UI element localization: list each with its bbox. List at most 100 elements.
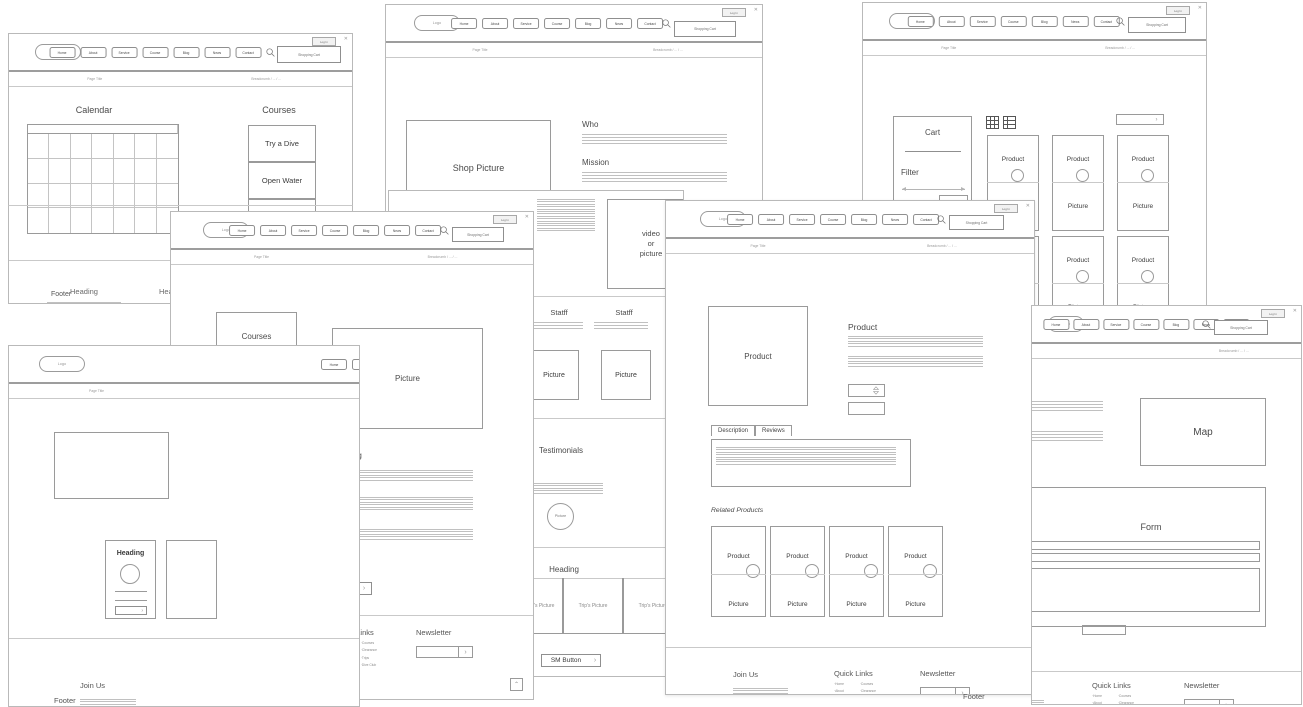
close-icon[interactable]: ✕ (525, 215, 529, 220)
shopping-cart-button[interactable]: Shopping Cart (1214, 320, 1268, 335)
nav-item-about[interactable]: About (1072, 319, 1099, 330)
sort-dropdown[interactable]: › (1116, 114, 1164, 125)
form-submit-button[interactable] (1082, 625, 1126, 635)
nav-item-service[interactable]: Service (291, 225, 318, 236)
nav-item-home[interactable]: Home (907, 16, 934, 27)
nav-item-about[interactable]: About (938, 16, 965, 27)
quick-link-item[interactable]: Courses (1118, 694, 1134, 698)
close-icon[interactable]: ✕ (1293, 309, 1297, 314)
quick-link-item[interactable]: Courses (361, 641, 377, 645)
calendar-cell[interactable] (49, 134, 71, 159)
nav-item-contact[interactable]: Contact (637, 18, 664, 29)
calendar-cell[interactable] (113, 134, 136, 159)
search-icon[interactable] (662, 19, 671, 28)
quick-link-item[interactable]: Dive Club (361, 663, 377, 667)
nav-item-news[interactable]: News (1062, 16, 1089, 27)
form-input-name[interactable] (1032, 541, 1260, 550)
quick-link-item[interactable]: Home (834, 682, 848, 686)
close-icon[interactable]: ✕ (1198, 6, 1202, 11)
map-placeholder[interactable]: Map (1140, 398, 1266, 466)
shopping-cart-button[interactable]: Shopping Cart (949, 215, 1004, 230)
login-button[interactable]: Log In (1261, 309, 1285, 318)
nav-item-news[interactable]: News (606, 18, 633, 29)
nav-item-contact[interactable]: Contact (415, 225, 442, 236)
nav-item-blog[interactable]: Blog (1031, 16, 1058, 27)
nav-item-course[interactable]: Course (322, 225, 349, 236)
sm-button[interactable]: SM Button › (541, 654, 601, 667)
course-item-open-water[interactable]: Open Water (248, 162, 316, 199)
nav-item-news[interactable]: News (384, 225, 411, 236)
product-card[interactable] (1052, 135, 1104, 231)
newsletter-input[interactable]: › (1184, 699, 1234, 704)
calendar-cell[interactable] (49, 158, 71, 184)
nav-item-about[interactable]: About (260, 225, 287, 236)
login-button[interactable]: Log In (493, 215, 517, 224)
quick-link-item[interactable]: About (1092, 701, 1106, 704)
calendar-cell[interactable] (70, 158, 93, 184)
nav-item-course[interactable]: Course (1000, 16, 1027, 27)
search-icon[interactable] (440, 226, 449, 235)
nav-item-blog[interactable]: Blog (575, 18, 602, 29)
tab-description[interactable]: Description (711, 425, 756, 436)
quick-link-item[interactable]: About (834, 689, 848, 693)
wireframe-product-detail-page[interactable]: Logo Home About Service Course Blog News… (665, 200, 1035, 695)
shopping-cart-button[interactable]: Shopping Cart (452, 227, 504, 242)
quick-link-item[interactable]: Home (1092, 694, 1106, 698)
nav-item-blog[interactable]: Blog (173, 47, 200, 58)
calendar-cell[interactable] (156, 159, 178, 184)
close-icon[interactable]: ✕ (1026, 204, 1030, 209)
nav-item-contact[interactable]: Contact (235, 47, 262, 58)
close-icon[interactable]: ✕ (344, 37, 348, 42)
calendar-cell[interactable] (92, 134, 114, 159)
nav-item-course[interactable]: Course (544, 18, 571, 29)
nav-item-news[interactable]: News (882, 214, 909, 225)
nav-item-blog[interactable]: Blog (1162, 319, 1189, 330)
calendar-cell[interactable] (28, 134, 50, 159)
nav-item-home[interactable]: Home (1042, 319, 1069, 330)
nav-item-course[interactable]: Course (1132, 319, 1159, 330)
nav-item-about[interactable]: About (482, 18, 509, 29)
course-item-try-a-dive[interactable]: Try a Dive (248, 125, 316, 162)
form-textarea-message[interactable] (1032, 568, 1260, 612)
nav-item-service[interactable]: Service (969, 16, 996, 27)
nav-item-service[interactable]: Service (513, 18, 540, 29)
chevron-right-icon[interactable]: › (1219, 700, 1233, 704)
newsletter-field[interactable] (1185, 700, 1219, 704)
shopping-cart-button[interactable]: Shopping Cart (277, 46, 341, 63)
quick-link-item[interactable]: Clearance (1118, 701, 1134, 704)
nav-item-home[interactable]: Home (321, 359, 347, 370)
nav-item-course[interactable]: Course (142, 47, 169, 58)
logo[interactable]: Logo (39, 356, 85, 372)
calendar-cell[interactable] (135, 134, 157, 159)
login-button[interactable]: Log In (312, 37, 336, 46)
back-to-top-button[interactable]: ⌃ (510, 678, 523, 691)
calendar-cell[interactable] (92, 158, 114, 184)
nav-item-service[interactable]: Service (1102, 319, 1129, 330)
login-button[interactable]: Log In (722, 8, 746, 17)
calendar-cell[interactable] (70, 134, 93, 159)
nav-item-home[interactable]: Home (727, 214, 754, 225)
shopping-cart-button[interactable]: Shopping Cart (1128, 17, 1186, 33)
search-icon[interactable] (1202, 320, 1211, 329)
nav-item-service[interactable]: Service (789, 214, 816, 225)
add-to-cart-button[interactable] (848, 402, 885, 415)
newsletter-input[interactable]: › (416, 646, 473, 658)
newsletter-field[interactable] (417, 647, 458, 657)
calendar-cell[interactable] (28, 158, 50, 184)
card-cta-button[interactable]: › (115, 606, 147, 615)
price-slider[interactable] (902, 187, 965, 191)
login-button[interactable]: Log In (1166, 6, 1190, 15)
form-input-email[interactable] (1032, 553, 1260, 562)
login-button[interactable]: Log In (994, 204, 1018, 213)
tab-reviews[interactable]: Reviews (755, 425, 792, 436)
nav-item-about[interactable]: About (352, 359, 359, 370)
nav-item-news[interactable]: News (204, 47, 231, 58)
newsletter-field[interactable] (921, 688, 955, 694)
nav-item-service[interactable]: Service (111, 47, 138, 58)
wireframe-contact-page[interactable]: Logo Home About Service Course Blog News… (1031, 305, 1302, 705)
feature-card[interactable] (166, 540, 217, 619)
chevron-right-icon[interactable]: › (458, 647, 472, 657)
product-card[interactable] (1117, 135, 1169, 231)
search-icon[interactable] (937, 215, 946, 224)
quantity-stepper[interactable] (848, 384, 885, 397)
